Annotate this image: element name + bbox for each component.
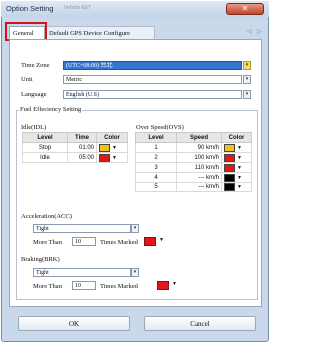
- overspeed-speed-cell[interactable]: 90 km/h: [176, 142, 222, 153]
- acceleration-mode-select[interactable]: Tight: [33, 224, 131, 233]
- color-swatch: [99, 153, 110, 162]
- braking-count-input[interactable]: 10: [72, 281, 96, 290]
- overspeed-table: Level Speed Color 1 90 km/h ▼ 2 100 km/h…: [135, 132, 252, 192]
- language-select[interactable]: English (U.S): [63, 90, 242, 99]
- idle-col-level: Level: [22, 132, 68, 143]
- acceleration-count-input[interactable]: 10: [72, 237, 96, 246]
- chevron-down-icon[interactable]: ▼: [112, 145, 117, 151]
- tab-scroll-arrows-icon[interactable]: ◁ ▷: [247, 28, 264, 35]
- overspeed-color-cell[interactable]: ▼: [221, 182, 252, 192]
- time-zone-label: Time Zone: [21, 62, 50, 69]
- chevron-down-icon[interactable]: ▼: [237, 145, 242, 151]
- idle-col-color: Color: [96, 132, 128, 143]
- overspeed-col-speed: Speed: [176, 132, 222, 143]
- table-row[interactable]: Stop 01:00 ▼: [22, 142, 128, 153]
- color-swatch: [224, 183, 235, 191]
- overspeed-level-cell: 4: [135, 172, 177, 183]
- unit-dropdown-icon[interactable]: ▾: [243, 75, 251, 84]
- language-label: Language: [21, 91, 47, 98]
- unit-select[interactable]: Metric: [63, 75, 242, 84]
- fuel-efficiency-title: Fuel Effeciency Setting: [19, 106, 83, 113]
- table-row[interactable]: Idle 05:00 ▼: [22, 152, 128, 163]
- idle-color-cell[interactable]: ▼: [96, 142, 128, 153]
- idle-title: Idle(IDL): [21, 124, 47, 131]
- table-row[interactable]: 4 --- km/h ▼: [135, 172, 252, 183]
- chevron-down-icon[interactable]: ▼: [237, 165, 242, 171]
- table-row[interactable]: 2 100 km/h ▼: [135, 152, 252, 163]
- chevron-down-icon[interactable]: ▼: [172, 282, 177, 287]
- window-title: Option Setting: [6, 4, 54, 13]
- ok-button[interactable]: OK: [18, 316, 130, 331]
- overspeed-speed-cell[interactable]: 100 km/h: [176, 152, 222, 163]
- color-swatch: [224, 173, 235, 182]
- braking-title: Braking(BRK): [21, 256, 60, 263]
- overspeed-color-cell[interactable]: ▼: [221, 152, 252, 163]
- time-zone-select[interactable]: (UTC+08:00) 台北: [63, 61, 242, 70]
- overspeed-speed-cell[interactable]: --- km/h: [176, 182, 222, 192]
- acceleration-color-swatch[interactable]: [144, 237, 156, 246]
- overspeed-col-level: Level: [135, 132, 177, 143]
- idle-table: Level Time Color Stop 01:00 ▼ Idle 05:00…: [22, 132, 128, 163]
- chevron-down-icon[interactable]: ▼: [112, 155, 117, 161]
- braking-dropdown-icon[interactable]: ▾: [131, 268, 139, 277]
- braking-more-than-label: More Than: [33, 283, 62, 290]
- acceleration-times-marked-label: Times Marked: [100, 239, 138, 246]
- table-row[interactable]: 3 110 km/h ▼: [135, 162, 252, 173]
- overspeed-level-cell: 5: [135, 182, 177, 192]
- idle-time-cell[interactable]: 01:00: [67, 142, 97, 153]
- overspeed-level-cell: 3: [135, 162, 177, 173]
- overspeed-color-cell[interactable]: ▼: [221, 142, 252, 153]
- acceleration-dropdown-icon[interactable]: ▾: [131, 224, 139, 233]
- time-zone-dropdown-icon[interactable]: ▾: [243, 61, 251, 70]
- unit-label: Unit: [21, 76, 33, 83]
- color-swatch: [99, 143, 110, 152]
- close-icon: ✕: [241, 4, 249, 13]
- idle-col-time: Time: [67, 132, 97, 143]
- overspeed-speed-cell[interactable]: --- km/h: [176, 172, 222, 183]
- braking-times-marked-label: Times Marked: [100, 283, 138, 290]
- acceleration-more-than-label: More Than: [33, 239, 62, 246]
- idle-time-cell[interactable]: 05:00: [67, 152, 97, 163]
- idle-level-cell: Idle: [22, 152, 68, 163]
- close-button[interactable]: ✕: [226, 3, 264, 15]
- color-swatch: [224, 153, 235, 162]
- idle-color-cell[interactable]: ▼: [96, 152, 128, 163]
- chevron-down-icon[interactable]: ▼: [237, 155, 242, 161]
- chevron-down-icon[interactable]: ▼: [237, 175, 242, 181]
- braking-color-swatch[interactable]: [157, 281, 169, 290]
- overspeed-color-cell[interactable]: ▼: [221, 172, 252, 183]
- color-swatch: [224, 143, 235, 152]
- overspeed-title: Over Speed(OVS): [136, 124, 184, 131]
- cancel-button[interactable]: Cancel: [144, 316, 256, 331]
- overspeed-speed-cell[interactable]: 110 km/h: [176, 162, 222, 173]
- language-dropdown-icon[interactable]: ▾: [243, 90, 251, 99]
- tab-default-gps-device-configure[interactable]: Default GPS Device Configure: [45, 26, 155, 39]
- overspeed-level-cell: 1: [135, 142, 177, 153]
- color-swatch: [224, 163, 235, 172]
- window-title-extra: Vehicle EET: [64, 5, 92, 11]
- overspeed-level-cell: 2: [135, 152, 177, 163]
- chevron-down-icon[interactable]: ▼: [159, 238, 164, 243]
- idle-level-cell: Stop: [22, 142, 68, 153]
- table-row[interactable]: 1 90 km/h ▼: [135, 142, 252, 153]
- braking-mode-select[interactable]: Tight: [33, 268, 131, 277]
- acceleration-title: Acceleration(ACC): [21, 213, 72, 220]
- overspeed-color-cell[interactable]: ▼: [221, 162, 252, 173]
- chevron-down-icon[interactable]: ▼: [237, 184, 242, 190]
- overspeed-col-color: Color: [221, 132, 252, 143]
- table-row[interactable]: 5 --- km/h ▼: [135, 182, 252, 192]
